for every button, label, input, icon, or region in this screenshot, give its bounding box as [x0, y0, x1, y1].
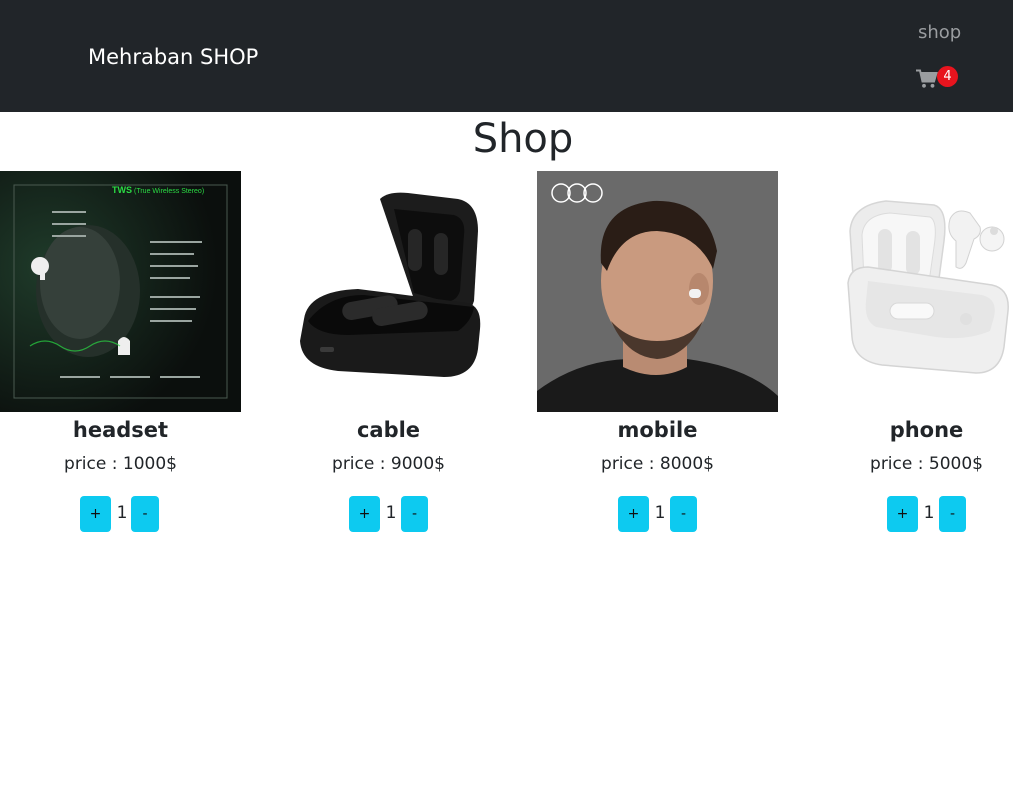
increase-button[interactable]: +: [618, 496, 649, 532]
product-name: cable: [356, 418, 421, 442]
quantity-value: 1: [385, 503, 397, 523]
increase-button[interactable]: +: [80, 496, 111, 532]
earbuds-case-black-image[interactable]: [268, 171, 509, 412]
product-card: TWS (True Wireless Stereo) headset price…: [0, 171, 241, 532]
product-name: headset: [72, 418, 169, 442]
product-price: price : 5000$: [870, 454, 983, 474]
page-title: Shop: [472, 116, 574, 162]
svg-text:(True Wireless Stereo): (True Wireless Stereo): [134, 188, 204, 195]
product-price: price : 9000$: [332, 454, 445, 474]
cart-icon: [916, 69, 938, 88]
quantity-value: 1: [654, 503, 666, 523]
quantity-stepper: + 1 -: [806, 496, 1013, 532]
quantity-value: 1: [923, 503, 935, 523]
quantity-stepper: + 1 -: [268, 496, 509, 532]
decrease-button[interactable]: -: [401, 496, 428, 532]
product-name: phone: [889, 418, 964, 442]
increase-button[interactable]: +: [349, 496, 380, 532]
product-price: price : 1000$: [64, 454, 177, 474]
svg-text:TWS: TWS: [112, 185, 132, 195]
decrease-button[interactable]: -: [670, 496, 697, 532]
cart-button[interactable]: 4: [916, 66, 962, 92]
product-name: mobile: [617, 418, 698, 442]
product-card: mobile price : 8000$ + 1 -: [537, 171, 778, 532]
top-navbar: Mehraban SHOP shop 4: [0, 0, 1013, 112]
man-with-earbud-image[interactable]: [537, 171, 778, 412]
decrease-button[interactable]: -: [131, 496, 159, 532]
product-price: price : 8000$: [601, 454, 714, 474]
nav-link-shop[interactable]: shop: [918, 21, 961, 45]
brand-name[interactable]: Mehraban SHOP: [88, 43, 258, 71]
quantity-stepper: + 1 -: [537, 496, 778, 532]
quantity-value: 1: [116, 503, 128, 523]
product-card: phone price : 5000$ + 1 -: [806, 171, 1013, 532]
headset-product-image[interactable]: TWS (True Wireless Stereo): [0, 171, 241, 412]
earbuds-case-white-image[interactable]: [806, 171, 1013, 412]
cart-count-badge: 4: [937, 66, 958, 87]
decrease-button[interactable]: -: [939, 496, 966, 532]
quantity-stepper: + 1 -: [0, 496, 241, 532]
increase-button[interactable]: +: [887, 496, 918, 532]
product-card: cable price : 9000$ + 1 -: [268, 171, 509, 532]
